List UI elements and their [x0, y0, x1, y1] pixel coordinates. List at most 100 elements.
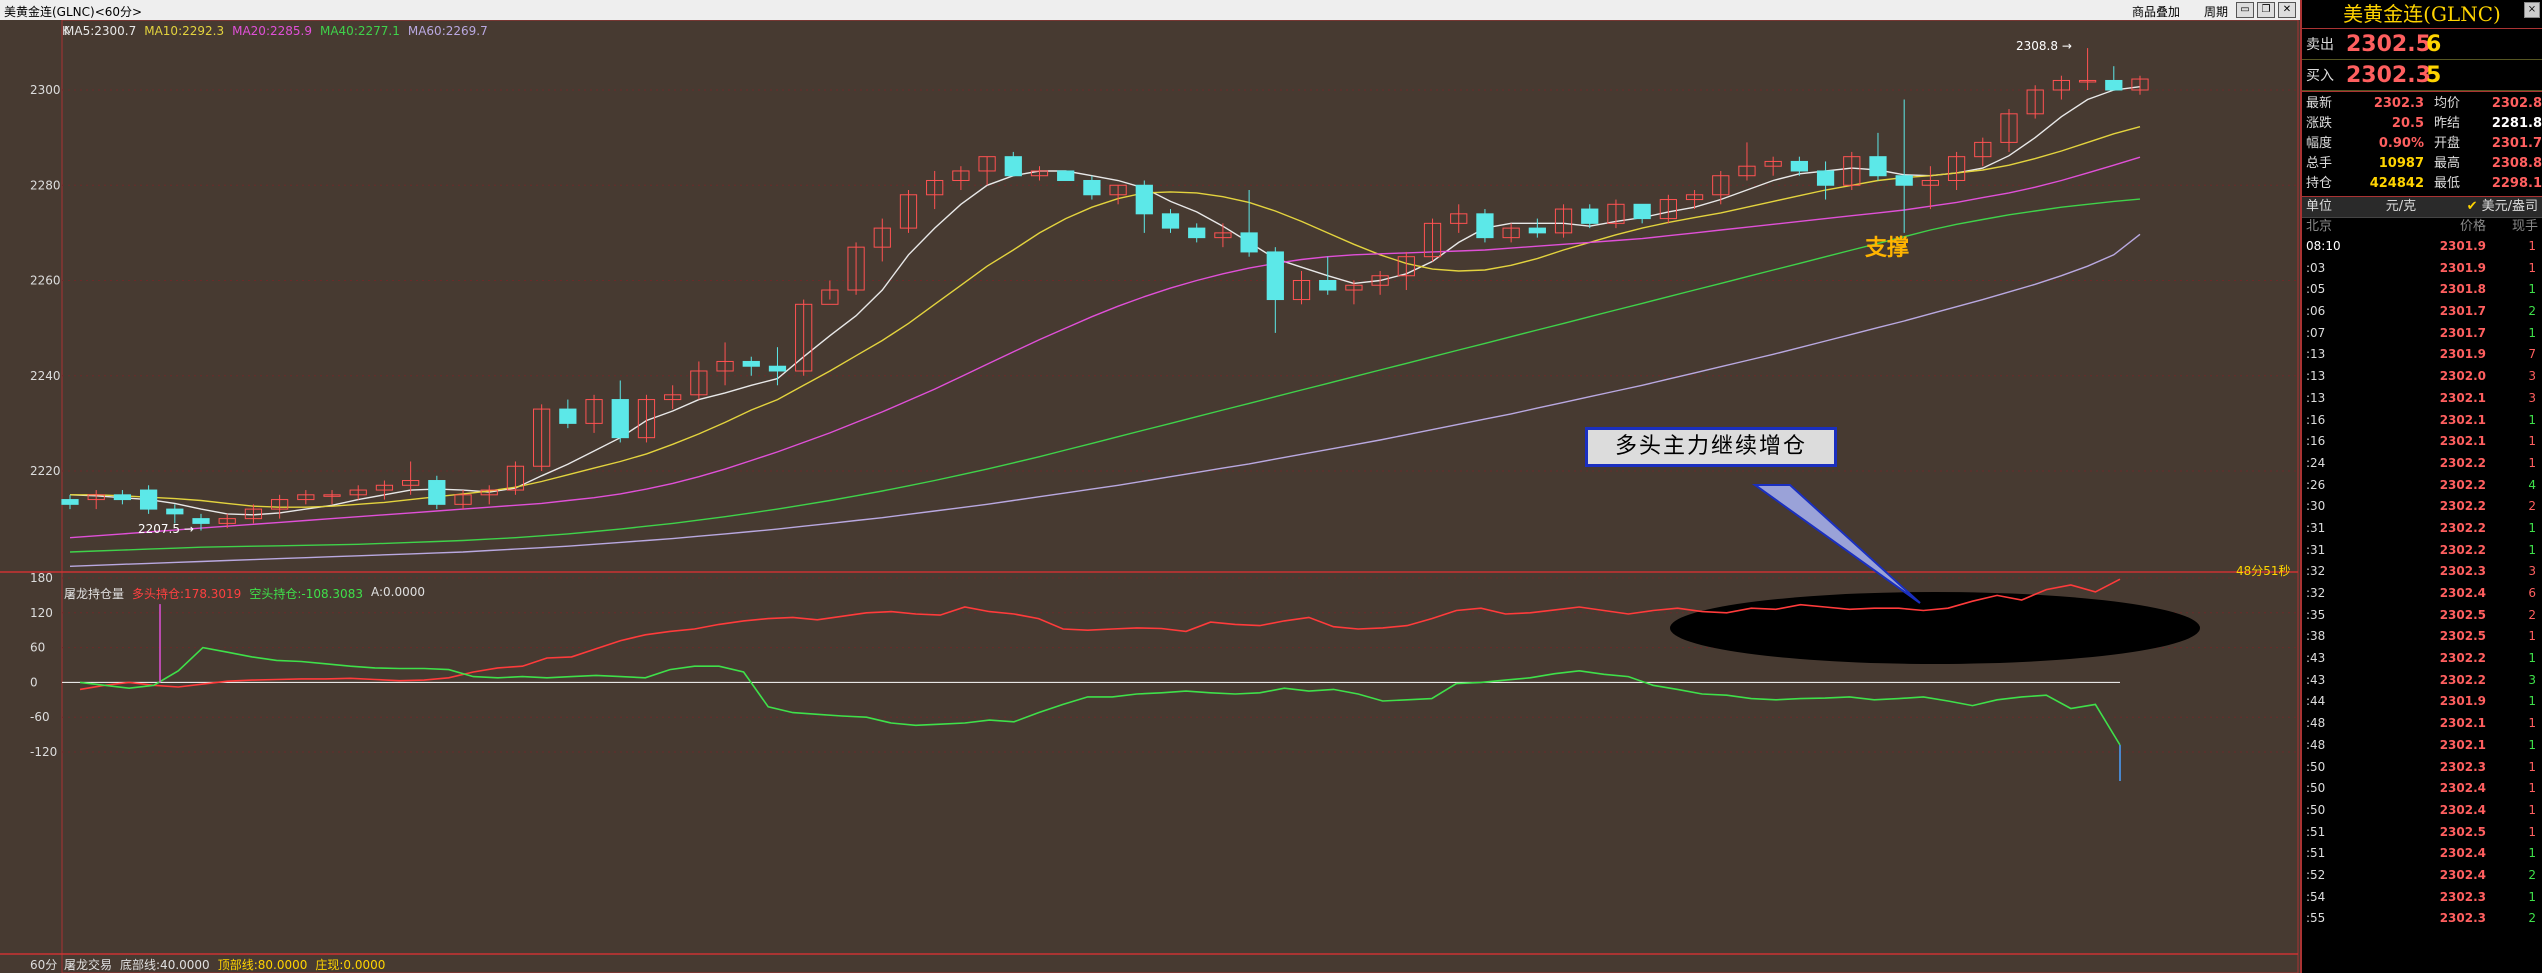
tick-row: :26 2302.2 4 [2302, 475, 2542, 497]
checkmark-icon: ✔ [2466, 199, 2478, 214]
candle-down [1816, 170, 1835, 186]
restore-icon[interactable]: ❐ [2257, 2, 2275, 18]
stat-key: 昨结 [2434, 116, 2461, 131]
tick-price: 2302.3 [2439, 564, 2486, 579]
tick-price: 2302.3 [2439, 911, 2486, 926]
stat-key: 最新 [2306, 96, 2333, 111]
tick-price: 2302.5 [2439, 629, 2486, 644]
candle-down [1869, 156, 1887, 177]
stat-row: 总手 10987 最高 2308.8 [2302, 154, 2542, 174]
minimize-icon[interactable]: ▭ [2236, 2, 2254, 18]
ticks-list[interactable]: 08:10 2301.9 1:03 2301.9 1:05 2301.8 1:06 2301.… [2302, 236, 2542, 930]
window-title: 美黄金连(GLNC)<60分> [4, 5, 143, 19]
ticks-col-time: 北京 [2306, 219, 2333, 234]
tick-row: :51 2302.4 1 [2302, 843, 2542, 865]
panel-close-icon[interactable]: × [2524, 2, 2540, 18]
tick-row: :24 2302.2 1 [2302, 453, 2542, 475]
tick-volume: 2 [2528, 607, 2536, 622]
tick-price: 2302.4 [2439, 846, 2486, 861]
tick-price: 2302.1 [2439, 716, 2486, 731]
main-y-tick-label: 2220 [30, 464, 61, 478]
indicator-y-tick-label: 0 [30, 675, 38, 689]
candle-down [1057, 170, 1075, 181]
tick-row: :54 2302.3 1 [2302, 887, 2542, 909]
tick-volume: 1 [2528, 260, 2536, 275]
tick-volume: 1 [2528, 629, 2536, 644]
unit-alt[interactable]: ✔ 美元/盎司 [2446, 197, 2542, 217]
tick-price: 2301.7 [2439, 325, 2486, 340]
candle-down [559, 408, 577, 424]
bottom-indicator-legend: 屠龙交易 底部线:40.0000 顶部线:80.0000 庄现:0.0000 [64, 956, 385, 973]
close-icon[interactable]: ✕ [2278, 2, 2296, 18]
tick-time: :43 [2306, 672, 2326, 687]
tick-time: :51 [2306, 846, 2326, 861]
tick-volume: 1 [2528, 824, 2536, 839]
candle-down [1266, 251, 1284, 301]
stat-row: 幅度 0.90% 开盘 2301.7 [2302, 134, 2542, 154]
tick-row: :50 2302.3 1 [2302, 757, 2542, 779]
candle-down [113, 494, 132, 501]
tick-price: 2301.8 [2439, 282, 2486, 297]
tick-row: :16 2302.1 1 [2302, 431, 2542, 453]
tick-row: :05 2301.8 1 [2302, 279, 2542, 301]
chart-canvas[interactable]: 2300 2280 2260 2240 2220 180 120 60 0 -60 -120 [0, 20, 2300, 973]
indicator-legend-item-3: A:0.0000 [370, 585, 425, 599]
candle-down [166, 508, 184, 515]
stat-key: 幅度 [2306, 136, 2333, 151]
candle-down [428, 480, 446, 505]
tick-time: :05 [2306, 282, 2326, 297]
tick-row: :32 2302.4 6 [2302, 583, 2542, 605]
stat-key: 均价 [2434, 96, 2461, 111]
ma-legend-item-4: MA60:2269.7 [407, 24, 488, 38]
candle-down [1633, 203, 1651, 220]
tick-row: 08:10 2301.9 1 [2302, 236, 2542, 258]
period-button[interactable]: 周期 [2204, 3, 2228, 20]
ticks-col-price: 价格 [2459, 219, 2486, 234]
ticks-col-volume: 现手 [2511, 219, 2538, 234]
tick-volume: 1 [2528, 412, 2536, 427]
stat-value: 10987 [2378, 156, 2424, 171]
unit-value[interactable]: 元/克 [2356, 197, 2446, 217]
tick-volume: 1 [2528, 781, 2536, 796]
indicator-legend: 屠龙持仓量 多头持仓:178.3019 空头持仓:-108.3083 A:0.0000 [64, 585, 425, 602]
tick-volume: 3 [2528, 672, 2536, 687]
stat-row: 持仓 424842 最低 2298.1 [2302, 174, 2542, 194]
chart-area[interactable]: 2300 2280 2260 2240 2220 180 120 60 0 -60 -120 [0, 20, 2300, 973]
bid-row: 买入 2302.3 5 [2302, 60, 2542, 91]
tick-volume: 1 [2528, 737, 2536, 752]
tick-row: :35 2302.5 2 [2302, 605, 2542, 627]
period-label[interactable]: 60分 [30, 956, 57, 973]
tick-volume: 1 [2528, 889, 2536, 904]
ma-line-MA60 [69, 233, 2141, 567]
tick-volume: 1 [2528, 325, 2536, 340]
window-titlebar: 美黄金连(GLNC)<60分> 商品叠加 周期 ▭ ❐ ✕ [0, 0, 2300, 20]
ma-legend: MA5:2300.7 MA10:2292.3 MA20:2285.9 MA40:227… [64, 24, 488, 38]
quote-stats: 最新 2302.3 均价 2302.8 涨跌 20.5 昨结 2281.8 幅度 0.90% 开盘 2… [2302, 91, 2542, 197]
stat-value: 2302.8 [2491, 96, 2542, 111]
candle-down [139, 489, 158, 510]
candle-down [1790, 160, 1808, 172]
tick-price: 2302.4 [2439, 802, 2486, 817]
tick-volume: 1 [2528, 455, 2536, 470]
tick-row: :48 2302.1 1 [2302, 735, 2542, 757]
tick-row: :07 2301.7 1 [2302, 323, 2542, 345]
tick-time: :48 [2306, 716, 2326, 731]
stat-value: 2301.7 [2491, 136, 2542, 151]
candle-down [1528, 227, 1546, 234]
bid-volume: 5 [2426, 62, 2442, 88]
tick-volume: 2 [2528, 499, 2536, 514]
indicator-line-1 [79, 646, 2121, 746]
tick-time: :13 [2306, 347, 2326, 362]
tick-volume: 1 [2528, 802, 2536, 817]
tick-row: :52 2302.4 2 [2302, 865, 2542, 887]
unit-label: 单位 [2306, 199, 2333, 214]
unit-bar: 单位 元/克 ✔ 美元/盎司 [2302, 197, 2542, 218]
stat-key: 总手 [2306, 156, 2333, 171]
stat-row: 涨跌 20.5 昨结 2281.8 [2302, 114, 2542, 134]
overlay-button[interactable]: 商品叠加 [2132, 3, 2180, 20]
support-annotation: 支撑 [1865, 236, 1910, 261]
candle-down [742, 360, 760, 367]
tick-price: 2302.2 [2439, 477, 2486, 492]
ma-legend-item-3: MA40:2277.1 [319, 24, 400, 38]
chart-frame [61, 20, 2299, 973]
